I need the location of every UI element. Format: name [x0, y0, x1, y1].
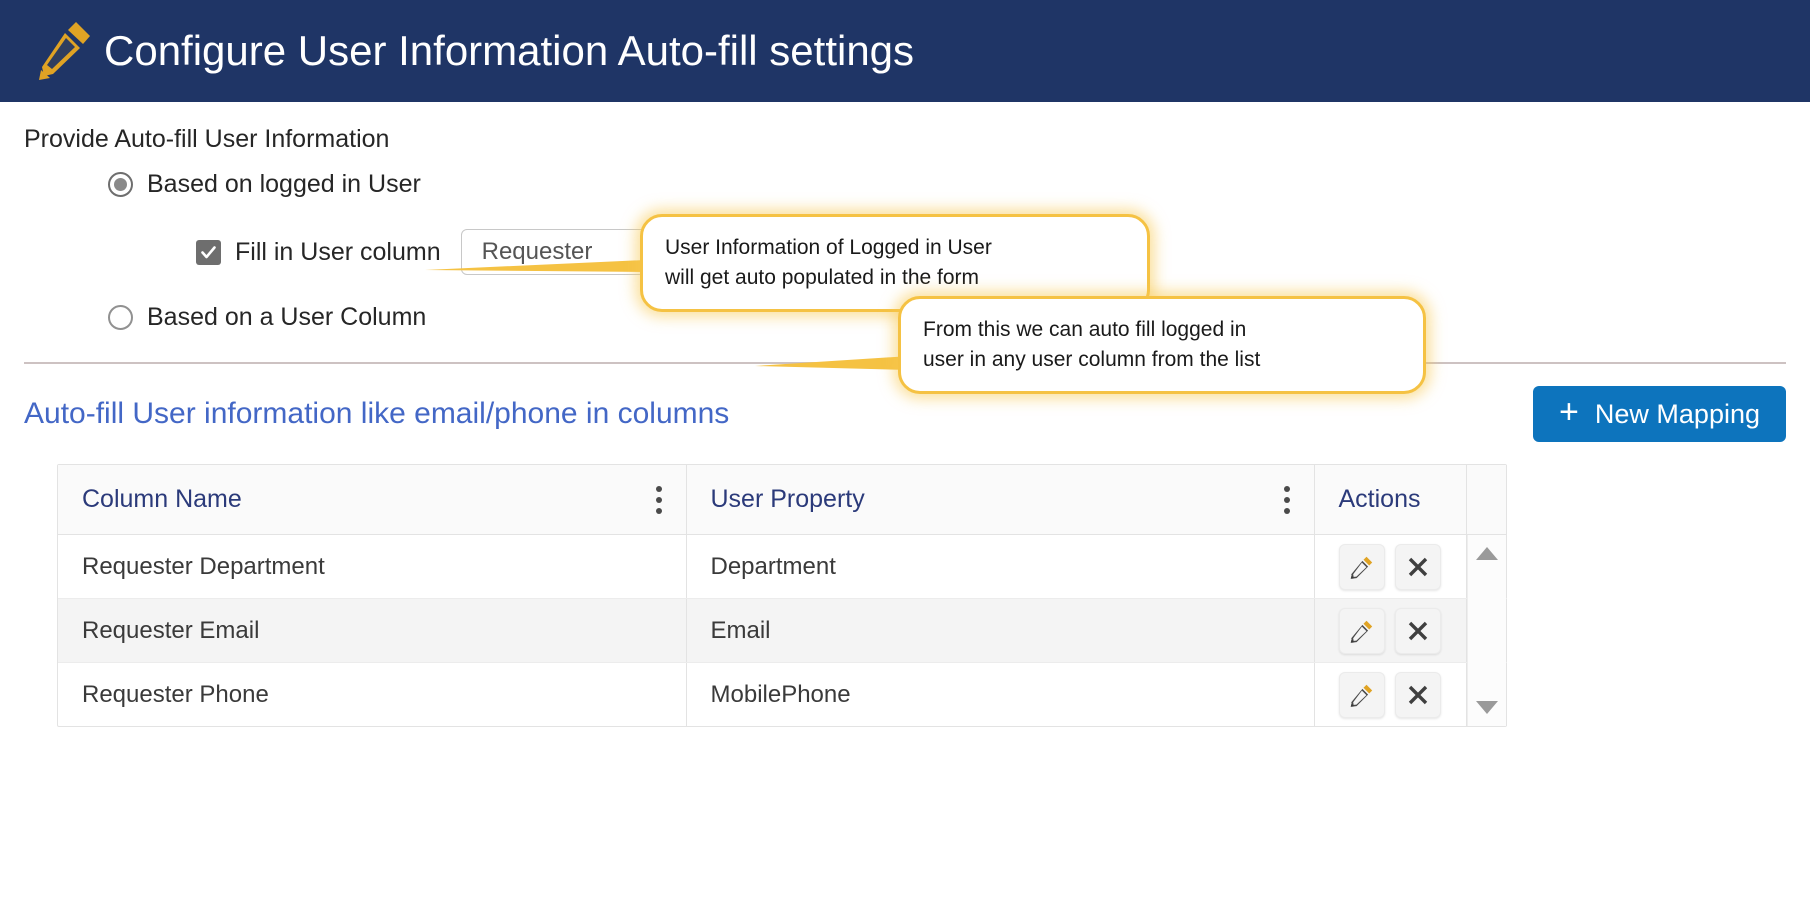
delete-row-button[interactable]	[1394, 671, 1441, 718]
cell-user-property-text: MobilePhone	[710, 680, 851, 708]
edit-row-button[interactable]	[1338, 543, 1385, 590]
callout-tail-logged-user	[425, 260, 645, 272]
cell-user-property-text: Department	[710, 552, 836, 580]
mapping-table: Column Name User Property Actions Reques…	[58, 465, 1507, 726]
edit-row-button[interactable]	[1338, 671, 1385, 718]
page-title: Configure User Information Auto-fill set…	[104, 27, 915, 74]
column-header-actions-label: Actions	[1338, 485, 1421, 513]
column-header-actions: Actions	[1314, 465, 1467, 535]
column-header-user-property[interactable]: User Property	[686, 465, 1315, 535]
table-scrollbar[interactable]	[1467, 535, 1506, 726]
cell-column-name-text: Requester Department	[82, 552, 325, 580]
column-header-column-name-label: Column Name	[82, 485, 242, 513]
kebab-menu-icon[interactable]	[1274, 485, 1290, 514]
delete-row-button[interactable]	[1394, 607, 1441, 654]
cell-actions	[1314, 534, 1467, 599]
pencil-icon	[34, 17, 96, 85]
plus-icon: +	[1559, 393, 1579, 431]
cell-column-name: Requester Department	[58, 534, 687, 599]
callout-logged-in-user-text: User Information of Logged in User will …	[665, 236, 992, 289]
table-header-row: Column Name User Property Actions	[58, 465, 1507, 535]
table-row: Requester Email Email	[58, 598, 1507, 663]
radio-option-logged-in-user[interactable]: Based on logged in User	[108, 170, 1810, 199]
cell-user-property: MobilePhone	[686, 662, 1315, 726]
cell-user-property: Email	[686, 598, 1315, 663]
new-mapping-button[interactable]: + New Mapping	[1533, 386, 1786, 442]
radio-logged-in-user-label: Based on logged in User	[147, 170, 421, 198]
cell-column-name: Requester Email	[58, 598, 687, 663]
table-row: Requester Department Department	[58, 534, 1507, 599]
column-header-column-name[interactable]: Column Name	[58, 465, 687, 535]
scrollbar-header-gutter	[1466, 465, 1507, 535]
mapping-section-title: Auto-fill User information like email/ph…	[24, 397, 730, 430]
edit-row-button[interactable]	[1338, 607, 1385, 654]
page-header: Configure User Information Auto-fill set…	[0, 0, 1810, 102]
delete-row-button[interactable]	[1394, 543, 1441, 590]
radio-logged-in-user-icon[interactable]	[108, 172, 133, 197]
scroll-down-arrow-icon[interactable]	[1476, 701, 1498, 714]
new-mapping-button-label: New Mapping	[1594, 398, 1760, 429]
checkbox-fill-user-column[interactable]	[196, 239, 221, 265]
provide-autofill-label: Provide Auto-fill User Information	[24, 125, 390, 153]
mapping-table-container: Column Name User Property Actions Reques…	[57, 464, 1507, 727]
table-row: Requester Phone MobilePhone	[58, 662, 1507, 726]
fill-user-column-label: Fill in User column	[235, 237, 441, 266]
kebab-menu-icon[interactable]	[646, 485, 662, 514]
cell-actions	[1314, 598, 1467, 663]
callout-user-column-text: From this we can auto fill logged in use…	[923, 318, 1261, 371]
cell-column-name: Requester Phone	[58, 662, 687, 726]
radio-user-column-icon[interactable]	[108, 305, 133, 330]
callout-tail-user-column	[755, 356, 910, 370]
scroll-up-arrow-icon[interactable]	[1476, 547, 1498, 560]
cell-user-property-text: Email	[710, 616, 771, 644]
cell-column-name-text: Requester Phone	[82, 680, 269, 708]
autofill-options-area: Provide Auto-fill User Information Based…	[0, 102, 1810, 394]
radio-user-column-label: Based on a User Column	[147, 303, 427, 331]
cell-column-name-text: Requester Email	[82, 616, 260, 644]
cell-actions	[1314, 662, 1467, 726]
cell-user-property: Department	[686, 534, 1315, 599]
mapping-section-header: Auto-fill User information like email/ph…	[24, 386, 1786, 442]
callout-user-column: From this we can auto fill logged in use…	[898, 296, 1426, 394]
column-header-user-property-label: User Property	[710, 485, 865, 513]
